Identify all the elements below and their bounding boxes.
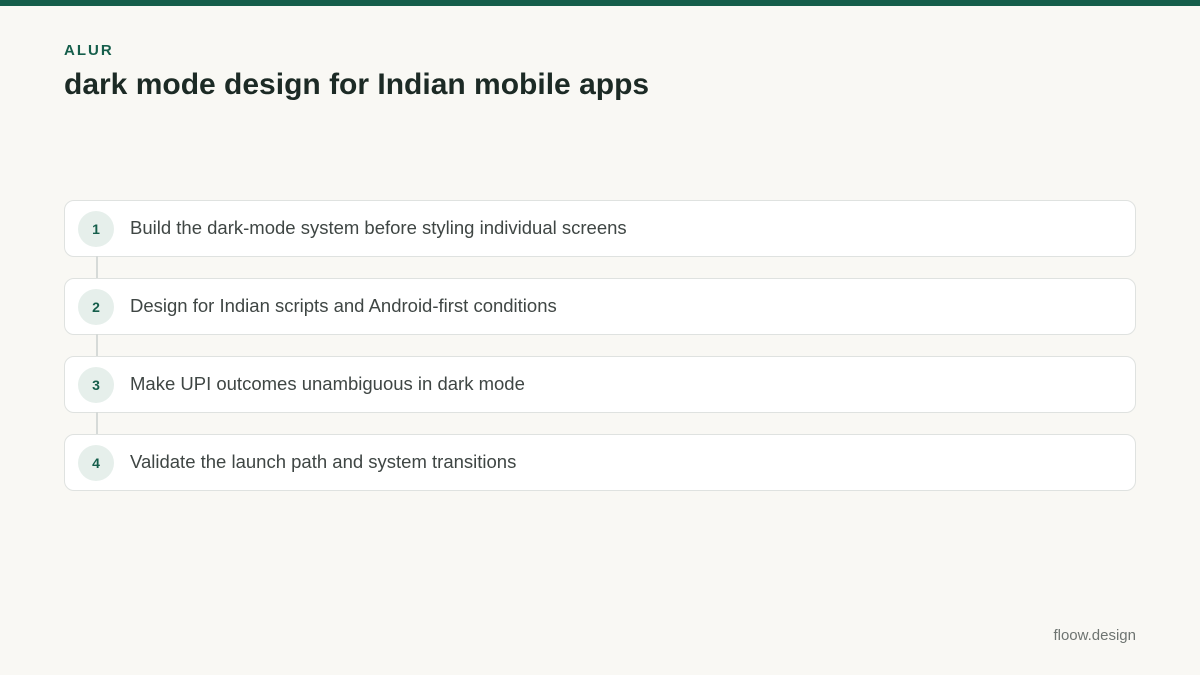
- steps-list: 1 Build the dark-mode system before styl…: [64, 200, 1136, 491]
- step-label: Build the dark-mode system before stylin…: [130, 217, 627, 238]
- step-label: Make UPI outcomes unambiguous in dark mo…: [130, 373, 525, 394]
- eyebrow-label: ALUR: [64, 42, 114, 59]
- step-connector: [96, 256, 98, 279]
- step-number-badge: 2: [78, 289, 114, 325]
- step-number-badge: 3: [78, 367, 114, 403]
- step-item-4: 4 Validate the launch path and system tr…: [64, 434, 1136, 491]
- footer-brand: floow.design: [1053, 627, 1136, 644]
- step-connector: [96, 412, 98, 435]
- step-connector: [96, 334, 98, 357]
- step-item-3: 3 Make UPI outcomes unambiguous in dark …: [64, 356, 1136, 435]
- step-number-badge: 4: [78, 445, 114, 481]
- step-label: Validate the launch path and system tran…: [130, 451, 517, 472]
- top-accent-bar: [0, 0, 1200, 6]
- step-label: Design for Indian scripts and Android-fi…: [130, 295, 557, 316]
- step-item-1: 1 Build the dark-mode system before styl…: [64, 200, 1136, 279]
- page-title: dark mode design for Indian mobile apps: [64, 68, 650, 101]
- step-number-badge: 1: [78, 211, 114, 247]
- step-item-2: 2 Design for Indian scripts and Android-…: [64, 278, 1136, 357]
